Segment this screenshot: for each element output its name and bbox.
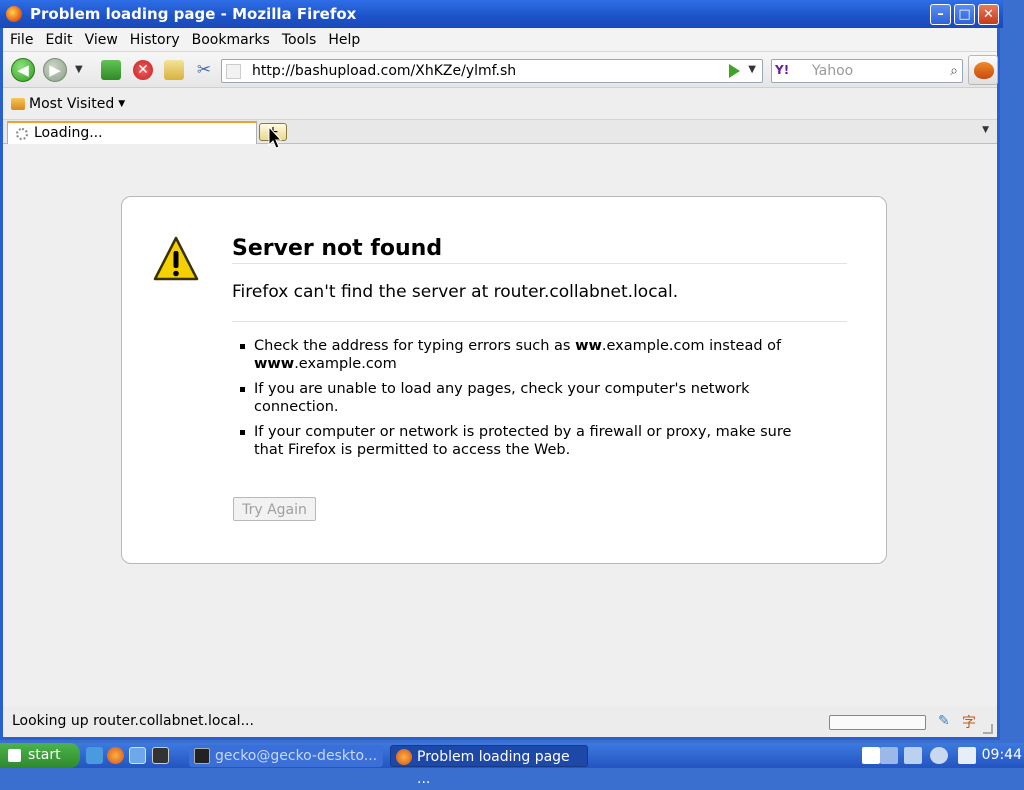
back-arrow-icon: ◀ <box>17 61 29 79</box>
system-tray: 09:44 <box>860 743 1024 768</box>
forward-arrow-icon: ▶ <box>49 61 61 79</box>
workspace-switcher-icon[interactable] <box>862 747 880 764</box>
status-tag-icon[interactable]: ✎ <box>938 713 950 729</box>
try-again-button[interactable]: Try Again <box>233 497 316 521</box>
taskbar-item-label: gecko@gecko-deskto... <box>215 748 378 764</box>
tab-loading[interactable]: Loading... <box>7 121 257 144</box>
history-dropdown-icon[interactable]: ▼ <box>75 64 83 75</box>
close-button[interactable]: ✕ <box>978 4 999 25</box>
terminal-icon <box>194 748 210 764</box>
url-text[interactable]: http://bashupload.com/XhKZe/ylmf.sh <box>252 63 516 79</box>
menu-bookmarks[interactable]: Bookmarks <box>186 32 276 48</box>
start-label: start <box>28 747 61 763</box>
taskbar-item-firefox[interactable]: Problem loading page ... <box>390 745 588 787</box>
menu-bar: File Edit View History Bookmarks Tools H… <box>3 28 997 52</box>
list-item: Check the address for typing errors such… <box>232 337 822 373</box>
fox-addon-button[interactable] <box>968 55 998 85</box>
title-bar[interactable]: Problem loading page - Mozilla Firefox –… <box>0 0 1003 28</box>
fox-icon <box>974 62 994 79</box>
home-icon[interactable] <box>164 60 184 80</box>
status-text: Looking up router.collabnet.local... <box>12 713 254 729</box>
search-bar[interactable]: Y! Yahoo ⌕ <box>771 59 963 83</box>
error-title: Server not found <box>232 236 443 261</box>
window-controls: – □ ✕ <box>930 4 999 25</box>
quicklaunch-desktop-icon[interactable] <box>129 747 146 764</box>
warning-icon <box>153 236 199 281</box>
window-title: Problem loading page - Mozilla Firefox <box>30 5 357 23</box>
site-favicon-icon <box>226 64 241 79</box>
mail-icon[interactable] <box>958 747 976 764</box>
network-icon[interactable] <box>904 747 922 764</box>
error-short-description: Firefox can't find the server at router.… <box>232 282 679 302</box>
navigation-toolbar: ◀ ▶ ▼ ✕ ✂ http://bashupload.com/XhKZe/yl… <box>3 52 998 88</box>
chevron-down-icon[interactable]: ▼ <box>118 99 125 109</box>
description-divider <box>232 321 847 322</box>
bookmarks-toolbar: Most Visited ▼ <box>3 88 997 120</box>
error-suggestions: Check the address for typing errors such… <box>232 337 822 466</box>
scissors-icon[interactable]: ✂ <box>194 60 214 80</box>
maximize-button[interactable]: □ <box>954 4 975 25</box>
list-item: If you are unable to load any pages, che… <box>232 380 822 416</box>
quicklaunch-firefox-icon[interactable] <box>107 747 124 764</box>
go-icon[interactable] <box>729 64 740 78</box>
most-visited-label[interactable]: Most Visited <box>29 96 114 112</box>
menu-file[interactable]: File <box>3 32 39 48</box>
taskbar: start gecko@gecko-deskto... Problem load… <box>0 743 1024 787</box>
volume-icon[interactable] <box>930 747 948 764</box>
status-bar: Looking up router.collabnet.local... ✎ 字 <box>3 706 997 737</box>
error-box: Server not found Firefox can't find the … <box>121 196 887 564</box>
start-flag-icon <box>8 749 21 762</box>
firefox-icon <box>6 6 22 22</box>
forward-button[interactable]: ▶ <box>43 58 67 82</box>
workspace-switcher-icon-2[interactable] <box>880 747 898 764</box>
firefox-icon <box>396 749 412 765</box>
back-button[interactable]: ◀ <box>11 58 35 82</box>
page-content: Server not found Firefox can't find the … <box>3 144 997 706</box>
start-button[interactable]: start <box>0 743 80 768</box>
progress-meter <box>829 715 926 730</box>
firefox-window: Problem loading page - Mozilla Firefox –… <box>0 0 1003 740</box>
resize-grip[interactable] <box>983 724 993 734</box>
quicklaunch-terminal-icon[interactable] <box>152 747 169 764</box>
list-all-tabs-icon[interactable]: ▼ <box>982 125 989 135</box>
loading-spinner-icon <box>16 128 28 140</box>
taskbar-item-terminal[interactable]: gecko@gecko-deskto... <box>189 745 383 767</box>
reload-icon[interactable] <box>101 60 121 80</box>
url-dropdown-icon[interactable]: ▼ <box>748 64 756 75</box>
tab-strip: Loading... + ▼ <box>3 120 997 144</box>
menu-help[interactable]: Help <box>322 32 366 48</box>
yahoo-engine-icon[interactable]: Y! <box>775 63 807 80</box>
quicklaunch-browser-icon[interactable] <box>86 747 103 764</box>
folder-icon <box>11 97 25 110</box>
menu-edit[interactable]: Edit <box>39 32 78 48</box>
title-divider <box>232 263 847 264</box>
menu-view[interactable]: View <box>79 32 124 48</box>
mouse-cursor-icon <box>268 126 282 149</box>
search-icon[interactable]: ⌕ <box>950 63 958 79</box>
clock: 09:44 <box>981 747 1022 763</box>
taskbar-item-label: Problem loading page ... <box>417 749 570 787</box>
minimize-button[interactable]: – <box>930 4 951 25</box>
menu-history[interactable]: History <box>124 32 186 48</box>
stop-icon[interactable]: ✕ <box>133 60 153 80</box>
search-input[interactable]: Yahoo <box>812 63 853 79</box>
ime-icon[interactable]: 字 <box>962 712 976 732</box>
url-bar[interactable]: http://bashupload.com/XhKZe/ylmf.sh ▼ <box>221 59 763 83</box>
tab-label: Loading... <box>34 125 103 141</box>
list-item: If your computer or network is protected… <box>232 423 822 459</box>
menu-tools[interactable]: Tools <box>276 32 323 48</box>
